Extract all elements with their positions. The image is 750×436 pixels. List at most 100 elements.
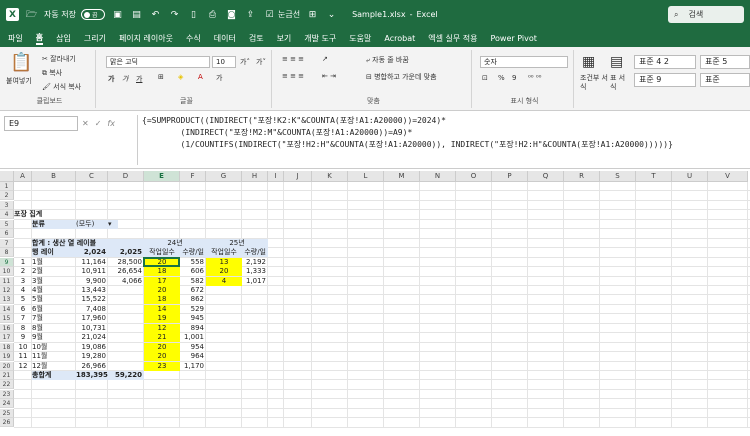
value-2024[interactable]: 19,280 <box>76 352 108 361</box>
column-header-F[interactable]: F <box>180 171 206 182</box>
value-2025[interactable] <box>108 352 144 361</box>
workdays-25[interactable]: 13 <box>206 257 242 267</box>
font-size-select[interactable]: 10 <box>212 56 236 68</box>
row-header[interactable]: 15 <box>0 314 14 324</box>
tab-8[interactable]: 보기 <box>277 33 292 44</box>
workdays-24[interactable]: 14 <box>144 304 180 314</box>
table-format-button[interactable]: 표 서식 <box>610 74 630 92</box>
value-2025[interactable] <box>108 343 144 352</box>
value-2025[interactable] <box>108 305 144 314</box>
perday-header-24[interactable]: 수량/일 <box>180 248 206 258</box>
paste-icon[interactable]: 📋 <box>10 52 32 73</box>
value-2024[interactable]: 9,900 <box>76 277 108 286</box>
value-2024[interactable]: 19,086 <box>76 343 108 352</box>
grand-total-2025[interactable]: 59,220 <box>108 371 144 380</box>
row-header[interactable]: 22 <box>0 380 14 390</box>
workdays-24[interactable]: 12 <box>144 323 180 333</box>
row-header[interactable]: 26 <box>0 418 14 428</box>
filter-dropdown-icon[interactable]: ▾ <box>108 219 118 229</box>
value-2024[interactable]: 26,966 <box>76 362 108 371</box>
column-header-N[interactable]: N <box>420 171 456 182</box>
tab-3[interactable]: 그리기 <box>84 33 106 44</box>
row-header[interactable]: 5 <box>0 219 14 229</box>
row-header[interactable]: 21 <box>0 371 14 380</box>
row-index[interactable]: 6 <box>14 305 32 314</box>
search-box[interactable]: ⌕ 검색 <box>668 6 744 23</box>
value-2024[interactable]: 21,024 <box>76 333 108 342</box>
row-index[interactable]: 7 <box>14 314 32 323</box>
select-all-corner[interactable] <box>0 171 14 182</box>
row-header[interactable]: 17 <box>0 333 14 343</box>
perday-24[interactable]: 964 <box>180 352 206 361</box>
row-header[interactable]: 2 <box>0 191 14 201</box>
value-2025[interactable] <box>108 286 144 295</box>
row-header[interactable]: 9 <box>0 257 14 267</box>
value-2025[interactable]: 4,066 <box>108 277 144 286</box>
style-normal-4-2[interactable]: 표준 4 2 <box>634 55 696 69</box>
perday-24[interactable]: 529 <box>180 305 206 314</box>
month-label[interactable]: 7월 <box>32 314 76 323</box>
column-header-P[interactable]: P <box>492 171 528 182</box>
column-header-C[interactable]: C <box>76 171 108 182</box>
new-file-icon[interactable]: ▯ <box>187 8 200 21</box>
row-header[interactable]: 3 <box>0 200 14 210</box>
workdays-24[interactable]: 19 <box>144 314 180 324</box>
month-label[interactable]: 11월 <box>32 352 76 361</box>
undo-icon[interactable]: ↶ <box>149 8 162 21</box>
row-header[interactable]: 12 <box>0 285 14 295</box>
bold-button[interactable]: 가 <box>108 74 114 84</box>
table-format-icon[interactable]: ▤ <box>610 54 623 70</box>
value-2025[interactable] <box>108 295 144 304</box>
row-index[interactable]: 11 <box>14 352 32 361</box>
workdays-24[interactable]: 21 <box>144 333 180 343</box>
wrap-text-button[interactable]: ⤶ 자동 줄 바꿈 <box>366 55 409 65</box>
grand-total-label[interactable]: 총합계 <box>32 371 76 380</box>
row-index[interactable]: 2 <box>14 267 32 276</box>
row-header[interactable]: 6 <box>0 229 14 239</box>
value-2025[interactable] <box>108 324 144 333</box>
column-header-J[interactable]: J <box>284 171 312 182</box>
row-header[interactable]: 11 <box>0 276 14 286</box>
percent-button[interactable]: % <box>498 74 505 82</box>
row-index[interactable]: 5 <box>14 295 32 304</box>
workdays-24[interactable]: 18 <box>144 295 180 305</box>
number-format-select[interactable]: 숫자 <box>480 56 568 68</box>
formula-input[interactable]: {=SUMPRODUCT((INDIRECT("포장!K2:K"&COUNTA(… <box>137 115 747 165</box>
perday-24[interactable]: 862 <box>180 295 206 304</box>
workdays-25[interactable]: 20 <box>206 267 242 277</box>
perday-25[interactable]: 1,333 <box>242 267 268 276</box>
value-2024[interactable]: 11,164 <box>76 258 108 267</box>
column-header-R[interactable]: R <box>564 171 600 182</box>
save-as-icon[interactable]: ▤ <box>130 8 143 21</box>
gridlines-checkbox-icon[interactable]: ☑ <box>263 8 276 21</box>
value-2024[interactable]: 7,408 <box>76 305 108 314</box>
column-header-G[interactable]: G <box>206 171 242 182</box>
style-normal-5[interactable]: 표준 5 <box>700 55 750 69</box>
column-header-E[interactable]: E <box>144 171 180 182</box>
row-header[interactable]: 20 <box>0 361 14 371</box>
border-icon[interactable]: ⊞ <box>158 73 164 81</box>
year-2025-header[interactable]: 2,025 <box>108 248 144 258</box>
month-label[interactable]: 5월 <box>32 295 76 304</box>
workdays-24[interactable]: 23 <box>144 361 180 371</box>
month-label[interactable]: 1월 <box>32 258 76 267</box>
name-box[interactable]: E9 <box>4 116 78 131</box>
tab-10[interactable]: 도움말 <box>349 33 371 44</box>
currency-icon[interactable]: ⊡ <box>482 74 488 82</box>
row-header[interactable]: 8 <box>0 248 14 258</box>
year-2024-header[interactable]: 2,024 <box>76 248 108 258</box>
tab-0[interactable]: 파일 <box>8 33 23 44</box>
workdays-24[interactable]: 17 <box>144 276 180 286</box>
column-header-H[interactable]: H <box>242 171 268 182</box>
value-2025[interactable]: 28,500 <box>108 258 144 267</box>
perday-24[interactable]: 606 <box>180 267 206 276</box>
month-label[interactable]: 8월 <box>32 324 76 333</box>
cut-button[interactable]: ✂ 잘라내기 <box>42 54 76 64</box>
month-label[interactable]: 3월 <box>32 277 76 286</box>
row-header[interactable]: 4 <box>0 210 14 220</box>
perday-24[interactable]: 558 <box>180 258 206 267</box>
month-label[interactable]: 2월 <box>32 267 76 276</box>
format-painter-button[interactable]: 🖌 서식 복사 <box>42 82 81 92</box>
grand-total-2024[interactable]: 183,395 <box>76 371 108 380</box>
value-2025[interactable] <box>108 362 144 371</box>
